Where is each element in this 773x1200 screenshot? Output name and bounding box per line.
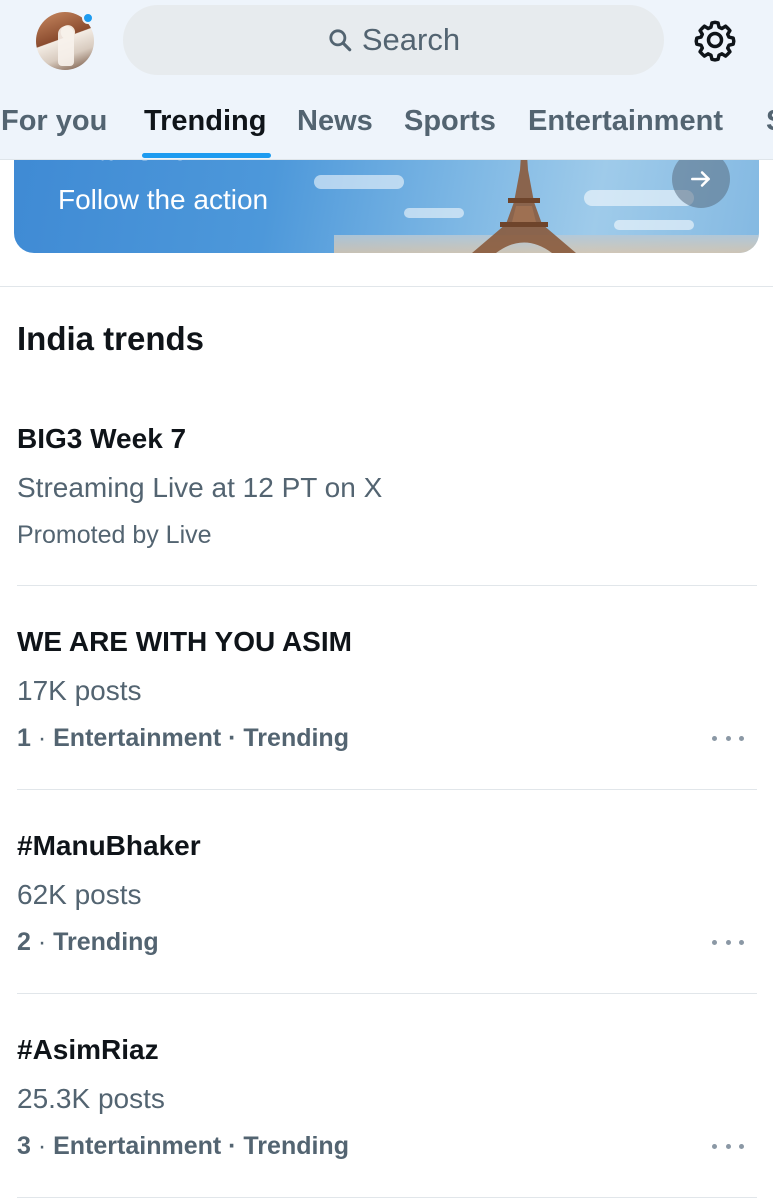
trend-meta: 3 · Entertainment · Trending bbox=[17, 1132, 349, 1160]
section-divider bbox=[0, 286, 773, 287]
trend-post-count: 17K posts bbox=[17, 675, 142, 706]
arrow-right-icon bbox=[691, 171, 710, 187]
tab-for-you[interactable]: For you bbox=[1, 98, 107, 144]
trend-divider bbox=[17, 1197, 757, 1198]
tab-entertainment[interactable]: Entertainment bbox=[528, 98, 723, 144]
trend-subtitle: Streaming Live at 12 PT on X bbox=[17, 472, 383, 503]
tab-trending[interactable]: Trending bbox=[144, 98, 266, 144]
trend-title: #AsimRiaz bbox=[17, 1034, 159, 1065]
search-input[interactable]: Search bbox=[123, 5, 664, 75]
trend-post-count: 62K posts bbox=[17, 879, 142, 910]
trend-divider bbox=[17, 585, 757, 586]
trend-rank: 2 bbox=[17, 928, 31, 956]
section-title: India trends bbox=[17, 320, 205, 357]
tab-bar: For you Trending News Sports Entertainme… bbox=[0, 98, 773, 159]
gear-icon[interactable] bbox=[692, 17, 738, 63]
trend-rank: 3 bbox=[17, 1132, 31, 1160]
more-options-icon[interactable] bbox=[712, 732, 744, 744]
more-options-icon[interactable] bbox=[712, 936, 744, 948]
trend-post-count: 25.3K posts bbox=[17, 1083, 165, 1114]
trend-divider bbox=[17, 789, 757, 790]
tab-sports[interactable]: Sports bbox=[404, 98, 496, 144]
trend-title: BIG3 Week 7 bbox=[17, 423, 187, 454]
trend-category: Trending bbox=[53, 928, 159, 956]
tab-news[interactable]: News bbox=[297, 98, 373, 144]
trend-meta: 2 · Trending bbox=[17, 928, 159, 956]
trend-title: #ManuBhaker bbox=[17, 830, 201, 861]
active-tab-indicator bbox=[142, 153, 271, 158]
trend-rank: 1 bbox=[17, 724, 31, 752]
trend-title: WE ARE WITH YOU ASIM bbox=[17, 626, 352, 657]
search-placeholder: Search bbox=[361, 22, 461, 57]
cloud-shape bbox=[614, 220, 694, 230]
tab-overflow[interactable]: S bbox=[766, 98, 773, 144]
more-options-icon[interactable] bbox=[712, 1140, 744, 1152]
trend-category: Entertainment · Trending bbox=[53, 1132, 349, 1160]
cloud-shape bbox=[404, 208, 464, 218]
trend-promoted-label: Promoted by Live bbox=[17, 521, 212, 549]
trend-category: Entertainment · Trending bbox=[53, 724, 349, 752]
notification-dot-icon bbox=[82, 12, 94, 24]
top-header: Search For you Trending News Sports Ente… bbox=[0, 0, 773, 160]
trend-meta: 1 · Entertainment · Trending bbox=[17, 724, 349, 752]
banner-subtitle: Follow the action bbox=[58, 184, 269, 215]
cloud-shape bbox=[314, 175, 404, 189]
avatar-figure bbox=[58, 26, 74, 66]
search-icon bbox=[329, 29, 352, 52]
trend-divider bbox=[17, 993, 757, 994]
